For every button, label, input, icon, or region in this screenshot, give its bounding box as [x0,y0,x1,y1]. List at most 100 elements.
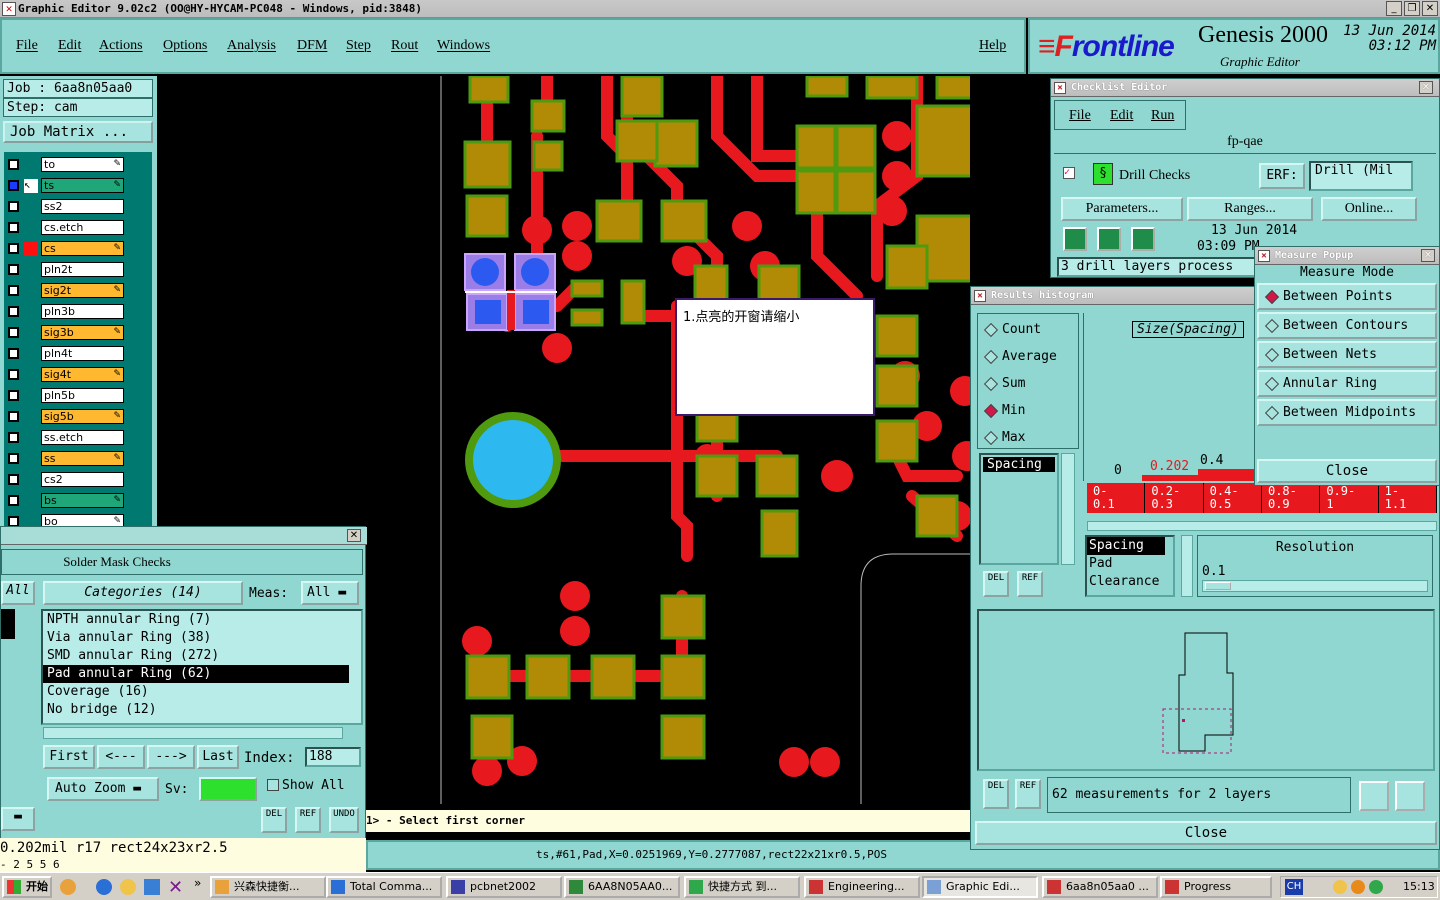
parameters-button[interactable]: Parameters... [1061,197,1183,221]
category-list-item[interactable]: SMD annular Ring (272) [43,647,361,665]
tray-icon[interactable] [1333,880,1347,894]
layer-row-cs2[interactable]: cs2 [4,471,152,489]
taskbar-item[interactable]: 兴森快捷衡... [210,876,326,898]
layer-checkbox[interactable] [8,306,19,317]
resolution-slider[interactable] [1202,580,1428,592]
layer-checkbox[interactable] [8,411,19,422]
histogram-bin[interactable]: 1- 1.1 [1379,483,1437,513]
menu-help[interactable]: Help [979,38,1006,54]
layer-name[interactable]: pln4t [41,346,124,361]
layer-row-ss[interactable]: ss ✎ [4,450,152,468]
layer-name[interactable]: pln3b [41,304,124,319]
ref-button[interactable]: REF [1015,779,1041,809]
menu-step[interactable]: Step [346,38,371,54]
layer-checkbox[interactable] [8,495,19,506]
show-all-checkbox[interactable] [267,779,279,791]
erf-field[interactable]: Drill (Mil [1309,161,1413,191]
layer-checkbox[interactable] [8,348,19,359]
stat-list-item[interactable]: Spacing [983,457,1055,472]
menu-file[interactable]: File [1069,108,1091,124]
menu-dfm[interactable]: DFM [297,38,327,54]
histogram-bin[interactable]: 0.8- 0.9 [1262,483,1321,513]
taskbar-item[interactable]: 6aa8n05aa0 ... [1042,876,1158,898]
measure-mode-annular-ring[interactable]: Annular Ring [1257,370,1437,397]
layer-checkbox[interactable] [8,180,19,191]
category-list-item[interactable]: No bridge (12) [43,701,361,719]
category-list-item[interactable]: Pad annular Ring (62) [43,665,349,683]
chevron-icon[interactable]: » [194,876,201,890]
close-icon[interactable]: ✕ [347,529,361,542]
menu-edit[interactable]: Edit [1110,108,1133,124]
layer-checkbox[interactable] [8,201,19,212]
taskbar-item[interactable]: 快捷方式 到... [684,876,800,898]
layer-name[interactable]: bs ✎ [41,493,124,508]
layer-checkbox[interactable] [8,432,19,443]
stat-list[interactable]: Spacing [979,453,1059,565]
category-list-item[interactable]: NPTH annular Ring (7) [43,611,361,629]
layer-row-to[interactable]: to ✎ [4,156,152,174]
categories-button[interactable]: Categories (14) [43,581,243,605]
type-list-item[interactable]: Pad [1087,555,1173,573]
layer-name[interactable]: pln5b [41,388,124,403]
histogram-close-button[interactable]: Close [975,821,1437,845]
taskbar-item[interactable]: Engineering... [804,876,920,898]
ime-indicator[interactable]: CH [1285,879,1303,895]
layer-name[interactable]: to ✎ [41,157,124,172]
layer-checkbox[interactable] [8,453,19,464]
quicklaunch-icon[interactable] [144,879,160,895]
layer-name[interactable]: sig3b ✎ [41,325,124,340]
measure-mode-between-midpoints[interactable]: Between Midpoints [1257,399,1437,426]
ranges-button[interactable]: Ranges... [1187,197,1313,221]
close-icon[interactable]: ✕ [1421,249,1435,262]
layer-name[interactable]: ts ✎ [41,178,124,193]
layer-name[interactable]: ss ✎ [41,451,124,466]
h-scrollbar[interactable] [43,727,343,739]
taskbar-item[interactable]: Progress [1160,876,1272,898]
layer-name[interactable]: ss2 [41,199,124,214]
layer-row-cs-etch[interactable]: cs.etch [4,219,152,237]
del-button[interactable]: DEL [983,779,1009,809]
menu-actions[interactable]: Actions [99,38,143,54]
zoom-feature-icon[interactable] [1359,781,1389,811]
check-enabled-checkbox[interactable]: ✓ [1063,167,1075,179]
undo-button[interactable]: UNDO [329,807,359,833]
meas-select[interactable]: All ▬ [301,581,359,605]
close-icon[interactable]: ✕ [1419,81,1433,94]
layer-row-ss-etch[interactable]: ss.etch [4,429,152,447]
menu-analysis[interactable]: Analysis [227,38,276,54]
menu-file[interactable]: File [16,38,38,54]
layer-checkbox[interactable] [8,474,19,485]
layer-checkbox[interactable] [8,390,19,401]
layer-row-sig3b[interactable]: sig3b ✎ [4,324,152,342]
run-icon[interactable] [1131,227,1155,251]
run-icon[interactable] [1097,227,1121,251]
menu-edit[interactable]: Edit [58,38,81,54]
minimize-button[interactable]: _ [1386,1,1402,16]
layer-name[interactable]: pln2t [41,262,124,277]
layer-row-pln3b[interactable]: pln3b [4,303,152,321]
layer-row-bs[interactable]: bs ✎ [4,492,152,510]
online-button[interactable]: Online... [1321,197,1417,221]
layer-name[interactable]: sig2t ✎ [41,283,124,298]
layer-name[interactable]: cs2 [41,472,124,487]
first-button[interactable]: First [43,745,95,769]
sv-color-select[interactable] [199,777,257,801]
all-filter-button[interactable]: All [1,581,35,605]
histogram-scrollbar[interactable] [1087,521,1437,531]
last-button[interactable]: Last [197,745,239,769]
taskbar-item[interactable]: Total Comma... [326,876,442,898]
layer-row-sig2t[interactable]: sig2t ✎ [4,282,152,300]
category-list-item[interactable]: Via annular Ring (38) [43,629,361,647]
type-list-scrollbar[interactable] [1181,535,1193,597]
slider-thumb[interactable] [1205,582,1231,590]
category-list-item[interactable]: Coverage (16) [43,683,361,701]
layer-checkbox[interactable] [8,222,19,233]
layer-name[interactable]: sig5b ✎ [41,409,124,424]
layer-checkbox[interactable] [8,327,19,338]
menu-rout[interactable]: Rout [391,38,418,54]
layer-checkbox[interactable] [8,369,19,380]
layer-name[interactable]: cs ✎ [41,241,124,256]
layer-checkbox[interactable] [8,285,19,296]
next-button[interactable]: ---> [147,745,195,769]
layer-checkbox[interactable] [8,159,19,170]
